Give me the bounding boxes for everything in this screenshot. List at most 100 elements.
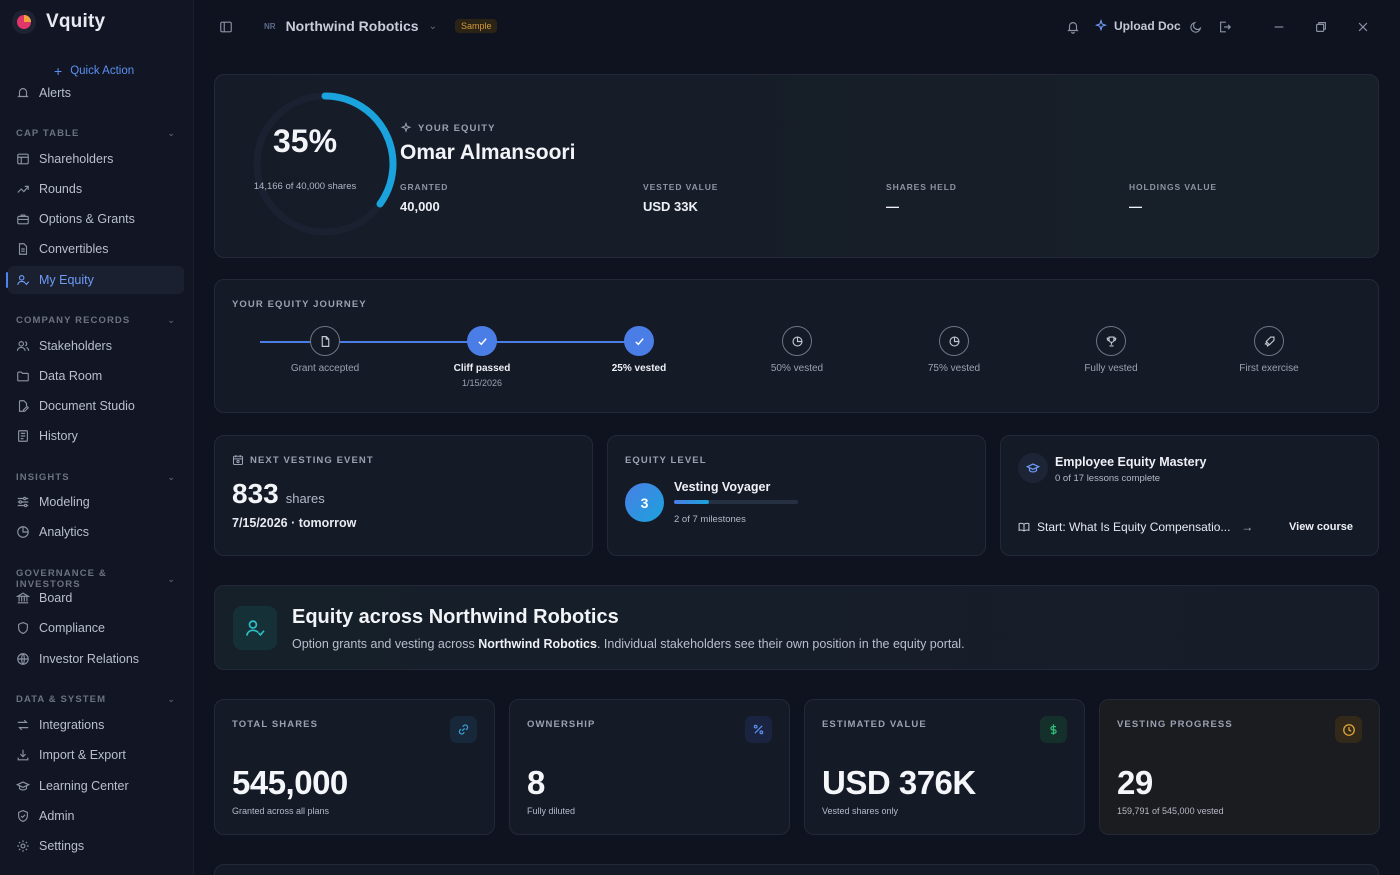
- journey-step-25-vested[interactable]: 25% vested: [569, 326, 709, 374]
- moon-icon[interactable]: [1189, 20, 1203, 39]
- sidebar-item-modeling[interactable]: Modeling: [8, 488, 184, 516]
- stat-shares-held: SHARES HELD —: [886, 182, 957, 214]
- bell-icon: [17, 88, 29, 98]
- next-vesting-card: NEXT VESTING EVENT 833 shares 7/15/2026 …: [214, 435, 593, 556]
- equity-level-card: EQUITY LEVEL 3 Vesting Voyager 2 of 7 mi…: [607, 435, 986, 556]
- section-cap-table[interactable]: CAP TABLE ⌄: [16, 128, 176, 139]
- quick-action-button[interactable]: + Quick Action: [54, 63, 135, 79]
- arrow-right-icon: →: [1241, 520, 1254, 534]
- sidebar-item-rounds[interactable]: Rounds: [8, 175, 184, 203]
- sparkle-icon: [400, 122, 412, 133]
- shield-icon: [18, 621, 28, 635]
- sidebar-item-investor-relations[interactable]: Investor Relations: [8, 645, 184, 673]
- sidebar-item-alerts[interactable]: Alerts: [8, 84, 184, 107]
- vesting-ring: [235, 89, 397, 239]
- org-switcher[interactable]: NR Northwind Robotics ⌄ Sample: [264, 18, 498, 34]
- sidebar-item-compliance[interactable]: Compliance: [8, 614, 184, 642]
- clock-icon: [1335, 716, 1362, 743]
- stat-card-total-shares: TOTAL SHARES 545,000 Granted across all …: [214, 699, 495, 835]
- journey-step-cliff-passed[interactable]: Cliff passed 1/15/2026: [412, 326, 552, 388]
- journey-step-grant-accepted[interactable]: Grant accepted: [255, 326, 395, 374]
- pie-chart-icon: [17, 526, 29, 538]
- next-vesting-amount: 833 shares: [232, 478, 325, 509]
- restore-icon[interactable]: [1314, 20, 1328, 39]
- sparkle-icon: [1094, 19, 1108, 32]
- sidebar-item-my-equity[interactable]: My Equity: [6, 266, 184, 294]
- building-icon: [16, 592, 30, 604]
- section-data-system[interactable]: DATA & SYSTEM ⌄: [16, 694, 176, 705]
- journey-step-first-exercise[interactable]: First exercise: [1199, 326, 1339, 374]
- dollar-icon: [1040, 716, 1067, 743]
- file-icon: [18, 243, 28, 255]
- bell-icon[interactable]: [1066, 20, 1080, 39]
- sidebar-item-analytics[interactable]: Analytics: [8, 518, 184, 546]
- trophy-icon: [1096, 326, 1126, 356]
- section-company-records[interactable]: COMPANY RECORDS ⌄: [16, 315, 176, 326]
- brand[interactable]: Vquity: [12, 10, 105, 34]
- org-initials: NR: [264, 21, 276, 31]
- banner-description: Option grants and vesting across Northwi…: [292, 637, 965, 651]
- sidebar-item-data-room[interactable]: Data Room: [8, 362, 184, 390]
- stat-card-estimated-value: ESTIMATED VALUE USD 376K Vested shares o…: [804, 699, 1085, 835]
- upload-doc-button[interactable]: Upload Doc: [1094, 19, 1181, 33]
- sidebar-item-document-studio[interactable]: Document Studio: [8, 392, 184, 420]
- calendar-icon: [232, 455, 244, 466]
- table-icon: [17, 153, 29, 165]
- vested-percent: 35%: [272, 123, 338, 159]
- quick-action-label: Quick Action: [70, 65, 135, 77]
- check-icon: [467, 326, 497, 356]
- sidebar-item-settings[interactable]: Settings: [8, 832, 184, 860]
- close-icon[interactable]: [1356, 20, 1370, 39]
- stat-card-ownership: OWNERSHIP 8 Fully diluted: [509, 699, 790, 835]
- next-section-card: [214, 864, 1379, 875]
- sliders-icon: [17, 496, 29, 508]
- ledger-icon: [18, 430, 28, 442]
- level-progress-fill: [674, 500, 710, 504]
- view-course-button[interactable]: View course: [1289, 521, 1353, 533]
- user-check-icon: [233, 606, 277, 650]
- course-title: Employee Equity Mastery: [1055, 455, 1207, 469]
- plus-icon: +: [54, 63, 63, 79]
- sidebar-item-convertibles[interactable]: Convertibles: [8, 235, 184, 263]
- graduation-cap-icon: [1018, 453, 1048, 483]
- journey-step-fully-vested[interactable]: Fully vested: [1041, 326, 1181, 374]
- course-lesson-link[interactable]: Start: What Is Equity Compensatio... →: [1018, 520, 1253, 534]
- sidebar-item-admin[interactable]: Admin: [8, 802, 184, 830]
- sidebar-item-integrations[interactable]: Integrations: [8, 711, 184, 739]
- rocket-icon: [1254, 326, 1284, 356]
- sidebar-toggle-icon[interactable]: [219, 20, 233, 39]
- sidebar-item-shareholders[interactable]: Shareholders: [8, 145, 184, 173]
- globe-icon: [17, 653, 29, 665]
- equity-journey-card: YOUR EQUITY JOURNEY Grant accepted Cliff…: [214, 279, 1379, 413]
- users-icon: [16, 341, 30, 351]
- chevron-down-icon: ⌄: [167, 694, 176, 704]
- journey-step-75-vested[interactable]: 75% vested: [884, 326, 1024, 374]
- next-vesting-header: NEXT VESTING EVENT: [232, 454, 374, 466]
- org-name: Northwind Robotics: [285, 18, 419, 34]
- sidebar-item-import-export[interactable]: Import & Export: [8, 741, 184, 769]
- link-icon: [450, 716, 477, 743]
- level-progress-track: [674, 500, 798, 504]
- trend-icon: [17, 185, 29, 193]
- sidebar-item-learning-center[interactable]: Learning Center: [8, 772, 184, 800]
- minimize-icon[interactable]: [1272, 20, 1286, 39]
- level-progress-text: 2 of 7 milestones: [674, 514, 746, 525]
- logout-icon[interactable]: [1218, 20, 1232, 39]
- sidebar-item-board[interactable]: Board: [8, 584, 184, 612]
- document-icon: [310, 326, 340, 356]
- pie-icon: [782, 326, 812, 356]
- sidebar-item-stakeholders[interactable]: Stakeholders: [8, 332, 184, 360]
- chevron-down-icon: ⌄: [167, 573, 176, 584]
- percent-icon: [745, 716, 772, 743]
- sidebar-item-history[interactable]: History: [8, 422, 184, 450]
- book-open-icon: [1018, 522, 1030, 532]
- next-vesting-date: 7/15/2026 · tomorrow: [232, 516, 357, 530]
- user-check-icon: [17, 275, 30, 286]
- vested-shares-sub: 14,166 of 40,000 shares: [253, 181, 357, 192]
- banner-title: Equity across Northwind Robotics: [292, 606, 619, 628]
- section-insights[interactable]: INSIGHTS ⌄: [16, 472, 176, 483]
- sidebar-item-options-grants[interactable]: Options & Grants: [8, 205, 184, 233]
- journey-step-50-vested[interactable]: 50% vested: [727, 326, 867, 374]
- stat-vested-value: VESTED VALUE USD 33K: [643, 182, 719, 214]
- equity-overview-banner: Equity across Northwind Robotics Option …: [214, 585, 1379, 670]
